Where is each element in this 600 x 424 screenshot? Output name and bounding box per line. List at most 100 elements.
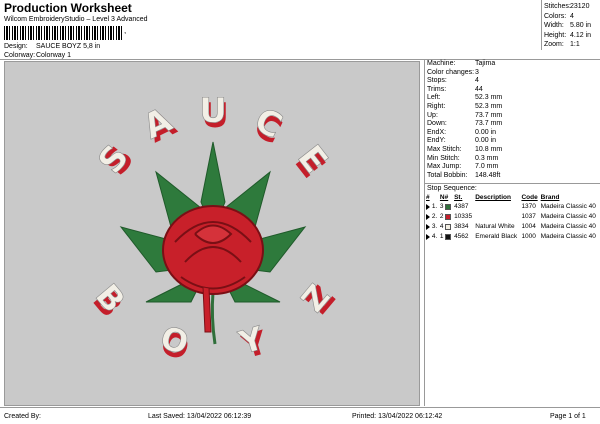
machine-value: 52.3 mm <box>475 94 503 102</box>
stats-box: Stitches: 23120 Colors: 4 Width: 5.80 in He… <box>541 0 600 50</box>
table-cell: Natural White <box>474 222 520 232</box>
machine-value: 4 <box>475 77 479 85</box>
info-panel: Machine: Tajima Color changes: 3 Stops: 4 T… <box>424 60 600 406</box>
machine-value: 148.48ft <box>475 171 501 179</box>
machine-value: 0.3 mm <box>475 154 499 162</box>
table-cell: Madeira Classic 40 <box>540 212 600 222</box>
table-row: 2. 2 10335 1037 Madeira Classic 40 <box>425 212 600 222</box>
machine-info: Machine: Tajima Color changes: 3 Stops: 4 T… <box>425 60 600 180</box>
design-value: SAUCE BOYZ 5,8 in <box>36 43 101 50</box>
color-swatch <box>445 233 452 240</box>
cell-stitches: 4387 <box>454 203 469 211</box>
cell-brand: Madeira Classic 40 <box>540 233 596 241</box>
stat-value: 23120 <box>570 3 590 10</box>
stat-label: Colors: <box>544 12 567 20</box>
page-number: Page 1 of 1 <box>550 413 586 420</box>
rose-stem <box>210 291 217 345</box>
table-cell: 4 <box>439 222 453 232</box>
col-header: N# <box>439 194 449 202</box>
cell-num: 4. <box>431 233 438 241</box>
col-header: Code <box>521 194 538 202</box>
stat-label: Zoom: <box>544 41 564 48</box>
table-cell: 3. <box>425 222 439 232</box>
col-header: St. <box>454 194 463 202</box>
machine-label: EndX: <box>427 128 447 136</box>
machine-value: 44 <box>475 85 483 93</box>
table-cell: 10335 <box>453 212 474 222</box>
cell-needle: 3 <box>439 203 444 211</box>
stat-value: 4.12 in <box>570 31 592 39</box>
cell-stitches: 3834 <box>454 223 469 231</box>
table-cell: 3834 <box>453 222 474 232</box>
machine-label: Max Stitch: <box>427 145 462 153</box>
machine-value: Tajima <box>475 60 496 67</box>
cell-needle: 2 <box>439 213 444 221</box>
cell-description: Natural White <box>475 223 515 231</box>
arrow-icon <box>426 233 430 240</box>
table-header-row: # N# St. Description Code Brand <box>425 193 600 202</box>
table-cell: 2. <box>425 212 439 222</box>
design-label: Design: <box>4 43 28 50</box>
machine-label: Down: <box>427 120 447 128</box>
machine-value: 0.00 in <box>475 128 497 136</box>
cell-needle: 1 <box>439 233 444 241</box>
table-cell: 4562 <box>453 232 474 242</box>
stat-label: Stitches: <box>544 3 571 10</box>
footer: Created By: Last Saved: 13/04/2022 06:12… <box>0 407 600 424</box>
col-header: Description <box>475 194 511 202</box>
table-cell: Madeira Classic 40 <box>540 232 600 242</box>
machine-label: Total Bobbin: <box>427 171 468 179</box>
table-cell: 1. <box>425 202 439 212</box>
machine-label: Color changes: <box>427 68 475 76</box>
table-cell: 1 <box>439 232 453 242</box>
machine-value: 10.8 mm <box>475 145 503 153</box>
cell-num: 2. <box>431 213 438 221</box>
stop-sequence-title: Stop Sequence: <box>425 183 600 193</box>
cell-code: 1037 <box>521 213 536 221</box>
arrow-icon <box>426 213 430 220</box>
machine-label: Min Stitch: <box>427 154 460 162</box>
machine-label: Machine: <box>427 60 456 67</box>
created-by: Created By: <box>4 413 41 420</box>
cell-code: 1004 <box>521 223 536 231</box>
stat-label: Height: <box>544 31 567 39</box>
barcode-mark: , <box>124 26 127 35</box>
machine-label: Right: <box>427 102 446 110</box>
machine-value: 52.3 mm <box>475 102 503 110</box>
table-cell: Emerald Black <box>474 232 520 242</box>
machine-label: Left: <box>427 94 441 102</box>
table-cell: 1370 <box>520 202 539 212</box>
cell-brand: Madeira Classic 40 <box>540 213 596 221</box>
machine-value: 0.00 in <box>475 137 497 145</box>
machine-label: EndY: <box>427 137 446 145</box>
table-cell: 2 <box>439 212 453 222</box>
cell-brand: Madeira Classic 40 <box>540 203 596 211</box>
stat-value: 5.80 in <box>570 22 592 29</box>
machine-value: 73.7 mm <box>475 111 503 119</box>
machine-value: 3 <box>475 68 479 76</box>
col-header: # <box>426 194 430 202</box>
stat-value: 1:1 <box>570 41 580 48</box>
design-meta: Design: SAUCE BOYZ 5,8 in Colorway: Colo… <box>4 42 100 60</box>
table-cell: 4. <box>425 232 439 242</box>
arrow-icon <box>426 223 430 230</box>
table-cell: Madeira Classic 40 <box>540 222 600 232</box>
cell-code: 1370 <box>521 203 536 211</box>
machine-label: Stops: <box>427 77 447 85</box>
table-row: 4. 1 4562 Emerald Black 1000 Madeira Classic… <box>425 232 600 242</box>
table-cell <box>474 202 520 212</box>
cell-needle: 4 <box>439 223 444 231</box>
color-swatch <box>445 213 452 220</box>
cell-brand: Madeira Classic 40 <box>540 223 596 231</box>
table-cell: Madeira Classic 40 <box>540 202 600 212</box>
last-saved: Last Saved: 13/04/2022 06:12:39 <box>148 413 252 420</box>
printed-date: Printed: 13/04/2022 06:12:42 <box>352 413 443 420</box>
machine-label: Trims: <box>427 85 447 93</box>
machine-label: Up: <box>427 111 438 119</box>
worksheet-title: Production Worksheet <box>4 1 132 15</box>
table-cell: 1000 <box>520 232 539 242</box>
table-cell: 4387 <box>453 202 474 212</box>
cell-stitches: 10335 <box>454 213 473 221</box>
arrow-icon <box>426 203 430 210</box>
table-cell: 1004 <box>520 222 539 232</box>
